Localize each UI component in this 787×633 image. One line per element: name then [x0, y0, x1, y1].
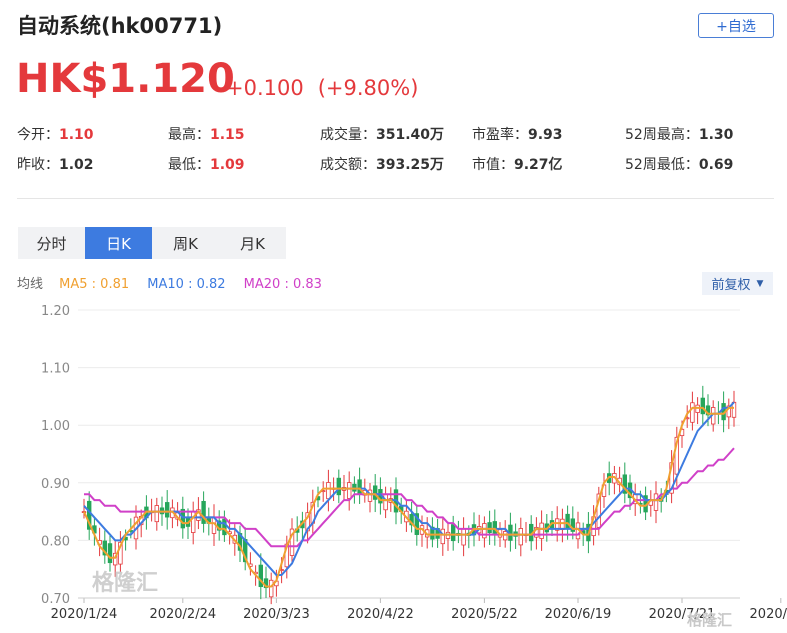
candle-body	[107, 543, 113, 564]
candle-body	[653, 493, 659, 511]
y-tick-label: 1.20	[41, 304, 70, 319]
stat-label: 市值：	[472, 157, 514, 173]
candle-body	[346, 482, 352, 499]
stat-label: 52周最低：	[625, 157, 699, 173]
current-price: HK$1.120	[16, 56, 235, 102]
stat-item: 最低：1.09	[168, 154, 245, 174]
stat-item: 成交额：393.25万	[320, 154, 444, 174]
stat-value: 393.25万	[376, 157, 445, 173]
stat-value: 9.93	[528, 127, 563, 143]
candle-body	[383, 493, 388, 511]
stat-value: 0.69	[698, 157, 734, 173]
x-tick-label: 2020/6/19	[545, 607, 612, 622]
chart-tabs: 分时 日K 周K 月K	[18, 227, 286, 259]
stock-title: 自动系统(hk00771)	[17, 14, 223, 38]
watermark-logo-2: 格隆汇	[687, 611, 732, 629]
divider	[17, 198, 774, 199]
watermark-logo: 格隆汇	[92, 571, 159, 596]
candle-body	[326, 482, 331, 500]
stat-item: 52周最高：1.30	[625, 124, 733, 144]
stat-item: 市盈率：9.93	[472, 124, 563, 144]
x-tick-label: 2020/8/...	[750, 607, 787, 622]
stat-label: 市盈率：	[472, 127, 528, 143]
candle-body	[461, 528, 466, 546]
stat-item: 市值：9.27亿	[472, 154, 563, 174]
candle-body	[690, 402, 695, 423]
tab-0[interactable]: 分时	[18, 227, 85, 259]
stat-item: 今开：1.10	[17, 124, 94, 144]
stat-value: 1.02	[59, 157, 94, 173]
candle-body	[440, 528, 445, 545]
price-change: +0.100 (+9.80%)	[226, 76, 432, 100]
x-tick-label: 2020/4/22	[347, 607, 414, 622]
x-tick-label: 2020/1/24	[51, 607, 118, 622]
stat-item: 成交量：351.40万	[320, 124, 444, 144]
candle-body	[487, 522, 492, 534]
caret-down-icon: ▼	[756, 278, 764, 289]
x-tick-label: 2020/2/24	[149, 607, 216, 622]
candle-body	[372, 485, 378, 500]
stat-label: 今开：	[17, 127, 59, 143]
y-tick-label: 1.00	[41, 419, 70, 434]
candle-body	[502, 531, 508, 541]
x-tick-label: 2020/5/22	[451, 607, 518, 622]
stat-value: 1.30	[698, 127, 734, 143]
y-tick-label: 1.10	[41, 362, 70, 377]
stat-item: 52周最低：0.69	[625, 154, 733, 174]
tab-2[interactable]: 周K	[152, 227, 219, 259]
candle-body	[222, 518, 227, 536]
candle-body	[357, 479, 362, 495]
candle-body	[268, 579, 274, 598]
stat-label: 最低：	[168, 157, 210, 173]
y-tick-label: 0.70	[41, 592, 70, 607]
candle-body	[336, 477, 341, 496]
stat-value: 1.10	[59, 127, 94, 143]
stat-value: 9.27亿	[514, 157, 563, 173]
tab-3[interactable]: 月K	[219, 227, 286, 259]
stat-label: 成交量：	[320, 127, 376, 143]
stat-label: 最高：	[168, 127, 210, 143]
candle-body	[518, 528, 523, 546]
candle-body	[154, 505, 159, 523]
stat-value: 1.09	[210, 157, 245, 173]
stat-item: 最高：1.15	[168, 124, 245, 144]
candle-body	[565, 513, 570, 529]
y-tick-label: 0.80	[41, 534, 70, 549]
candle-body	[164, 502, 170, 518]
stat-item: 昨收：1.02	[17, 154, 94, 174]
candle-body	[700, 397, 705, 415]
y-tick-label: 0.90	[41, 477, 70, 492]
stat-value: 351.40万	[376, 127, 445, 143]
tab-1[interactable]: 日K	[85, 227, 152, 259]
ma10-line	[83, 401, 735, 576]
stat-label: 52周最高：	[625, 127, 699, 143]
stat-label: 成交额：	[320, 157, 376, 173]
x-tick-label: 2020/3/23	[243, 607, 310, 622]
stat-label: 昨收：	[17, 157, 59, 173]
candle-body	[482, 523, 487, 539]
add-watchlist-button[interactable]: +自选	[698, 13, 774, 38]
change-percent: (+9.80%)	[317, 76, 419, 100]
candle-body	[539, 522, 544, 539]
change-amount: +0.100	[226, 76, 304, 100]
candle-body	[450, 524, 456, 542]
stat-value: 1.15	[210, 127, 245, 143]
